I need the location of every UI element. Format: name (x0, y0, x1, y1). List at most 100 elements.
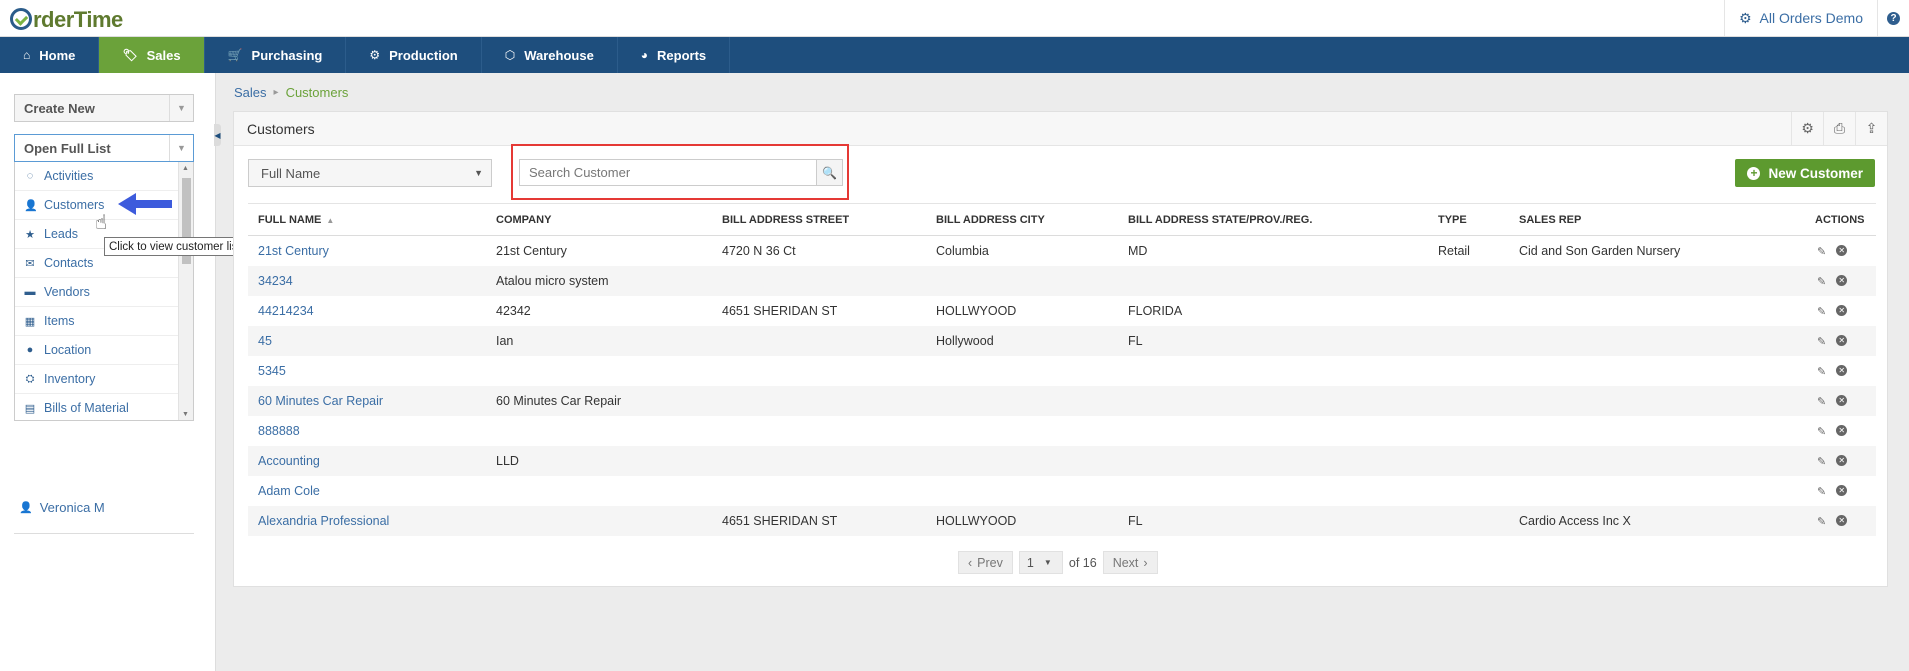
delete-icon[interactable]: ✕ (1836, 244, 1848, 256)
delete-icon[interactable]: ✕ (1836, 514, 1848, 526)
table-cell (1428, 385, 1509, 416)
column-header[interactable]: TYPE (1428, 203, 1509, 236)
customer-name-link[interactable]: 44214234 (248, 296, 486, 326)
delete-icon[interactable]: ✕ (1836, 394, 1848, 406)
search-input[interactable] (519, 159, 817, 186)
sidebar-item-label: Items (44, 314, 75, 328)
customer-name-link[interactable]: 45 (248, 325, 486, 356)
sidebar-item-items[interactable]: ▦ Items (15, 307, 178, 336)
nav-sales[interactable]: 🏷 Sales (99, 37, 205, 73)
edit-icon[interactable]: ✎ (1817, 365, 1826, 378)
edit-icon[interactable]: ✎ (1817, 515, 1826, 528)
table-cell: FLORIDA (1128, 303, 1183, 318)
column-header[interactable]: BILL ADDRESS STREET (712, 203, 926, 236)
row-actions: ✎ ✕ (1811, 445, 1876, 476)
delete-icon[interactable]: ✕ (1836, 364, 1848, 376)
nav-warehouse[interactable]: ⬡ Warehouse (482, 37, 618, 73)
column-header[interactable]: BILL ADDRESS CITY (926, 203, 1118, 236)
table-cell (1428, 296, 1509, 326)
company-switcher[interactable]: ⚙ All Orders Demo (1723, 0, 1877, 36)
export-button[interactable]: ⇪ (1855, 112, 1887, 145)
edit-icon[interactable]: ✎ (1817, 275, 1826, 288)
search-button[interactable]: 🔍 (817, 159, 843, 186)
table-cell (926, 385, 1118, 416)
customer-name-link[interactable]: 34234 (248, 265, 486, 296)
delete-icon[interactable]: ✕ (1836, 454, 1848, 466)
collapse-sidebar-toggle[interactable]: ◀ (214, 124, 221, 146)
breadcrumb-sales[interactable]: Sales (234, 85, 267, 100)
customer-name-link[interactable]: Accounting (248, 445, 486, 476)
sidebar-item-inventory[interactable]: ⛭ Inventory (15, 365, 178, 394)
nav-production[interactable]: ⚙ Production (346, 37, 482, 73)
column-header[interactable]: COMPANY (486, 203, 712, 236)
current-user[interactable]: 👤 Veronica M (19, 500, 105, 515)
customer-name-link[interactable]: 60 Minutes Car Repair (248, 385, 486, 416)
customer-name-link[interactable]: 888888 (248, 416, 486, 446)
print-button[interactable]: ⎙ (1823, 112, 1855, 145)
next-button[interactable]: Next › (1102, 551, 1158, 574)
app-logo[interactable]: rderTime (10, 5, 123, 33)
delete-icon[interactable]: ✕ (1836, 274, 1848, 286)
edit-icon[interactable]: ✎ (1817, 425, 1826, 438)
table-cell: Columbia (936, 243, 989, 258)
page-title: Customers (247, 120, 315, 137)
column-header[interactable]: ACTIONS (1811, 203, 1876, 236)
delete-icon[interactable]: ✕ (1836, 424, 1848, 436)
table-body: 21st Century 21st Century 4720 N 36 Ct Colu… (248, 236, 1876, 536)
column-header[interactable]: FULL NAME ▲ (248, 203, 486, 236)
row-actions: ✎ ✕ (1811, 416, 1876, 446)
search-field-select[interactable]: Full Name ▼ (248, 159, 492, 187)
column-header-label: TYPE (1438, 213, 1467, 226)
scroll-down-icon[interactable]: ▼ (182, 411, 189, 418)
new-customer-button[interactable]: + New Customer (1735, 159, 1875, 187)
user-name: Veronica M (39, 500, 105, 515)
scroll-up-icon[interactable]: ▲ (182, 165, 189, 172)
customer-name-link[interactable]: Adam Cole (248, 476, 486, 506)
sidebar-item-bills-of-material[interactable]: ▤ Bills of Material (15, 394, 178, 420)
page-select[interactable]: 1 ▼ (1018, 551, 1063, 574)
activities-icon: ◌ (26, 170, 34, 182)
box-icon: ⬡ (504, 48, 516, 62)
delete-icon[interactable]: ✕ (1836, 304, 1848, 316)
customer-name-link[interactable]: Alexandria Professional (248, 505, 486, 536)
edit-icon[interactable]: ✎ (1817, 335, 1826, 348)
customer-name-link[interactable]: 5345 (248, 356, 486, 386)
table-cell (926, 445, 1118, 476)
column-header[interactable]: BILL ADDRESS STATE/PROV./REG. (1118, 203, 1428, 236)
table-cell (1428, 445, 1509, 476)
nav-label: Sales (146, 47, 181, 63)
chevron-down-icon[interactable]: ▼ (169, 95, 193, 121)
delete-icon[interactable]: ✕ (1836, 334, 1848, 346)
cogs-icon: ⚙ (369, 48, 381, 62)
open-full-list-select[interactable]: Open Full List ▼ (14, 134, 194, 162)
main-nav: ⌂ Home 🏷 Sales 🛒 Purchasing ⚙ Production ⬡ Wareho… (0, 37, 1909, 73)
table-cell: Atalou micro system (486, 265, 712, 296)
edit-icon[interactable]: ✎ (1817, 305, 1826, 318)
prev-button[interactable]: ‹ Prev (958, 551, 1013, 574)
nav-home[interactable]: ⌂ Home (0, 37, 100, 73)
edit-icon[interactable]: ✎ (1817, 245, 1826, 258)
sidebar-item-vendors[interactable]: ▬ Vendors (15, 278, 178, 307)
edit-icon[interactable]: ✎ (1817, 485, 1826, 498)
nav-purchasing[interactable]: 🛒 Purchasing (205, 37, 347, 73)
table-cell (1509, 416, 1811, 446)
edit-icon[interactable]: ✎ (1817, 455, 1826, 468)
create-new-select[interactable]: Create New ▼ (14, 94, 194, 122)
table-cell (1428, 325, 1509, 356)
customer-name-link[interactable]: 21st Century (248, 236, 486, 266)
dropdown-scrollbar[interactable]: ▲ ▼ (178, 162, 193, 420)
sidebar-item-activities[interactable]: ◌ Activities (15, 162, 178, 191)
chevron-down-icon[interactable]: ▼ (169, 135, 193, 161)
column-header[interactable]: SALES REP (1509, 203, 1811, 236)
print-icon: ⎙ (1833, 120, 1846, 136)
settings-button[interactable]: ⚙ (1791, 112, 1823, 145)
nav-reports[interactable]: ◕ Reports (618, 37, 731, 73)
sidebar-item-label: Location (44, 343, 92, 357)
edit-icon[interactable]: ✎ (1817, 395, 1826, 408)
row-actions: ✎ ✕ (1811, 505, 1876, 536)
delete-icon[interactable]: ✕ (1836, 484, 1848, 496)
help-button[interactable]: ? (1877, 0, 1909, 36)
table-cell: Retail (1438, 243, 1470, 258)
sidebar-item-location[interactable]: ● Location (15, 336, 178, 365)
tooltip: Click to view customer list (104, 237, 246, 256)
